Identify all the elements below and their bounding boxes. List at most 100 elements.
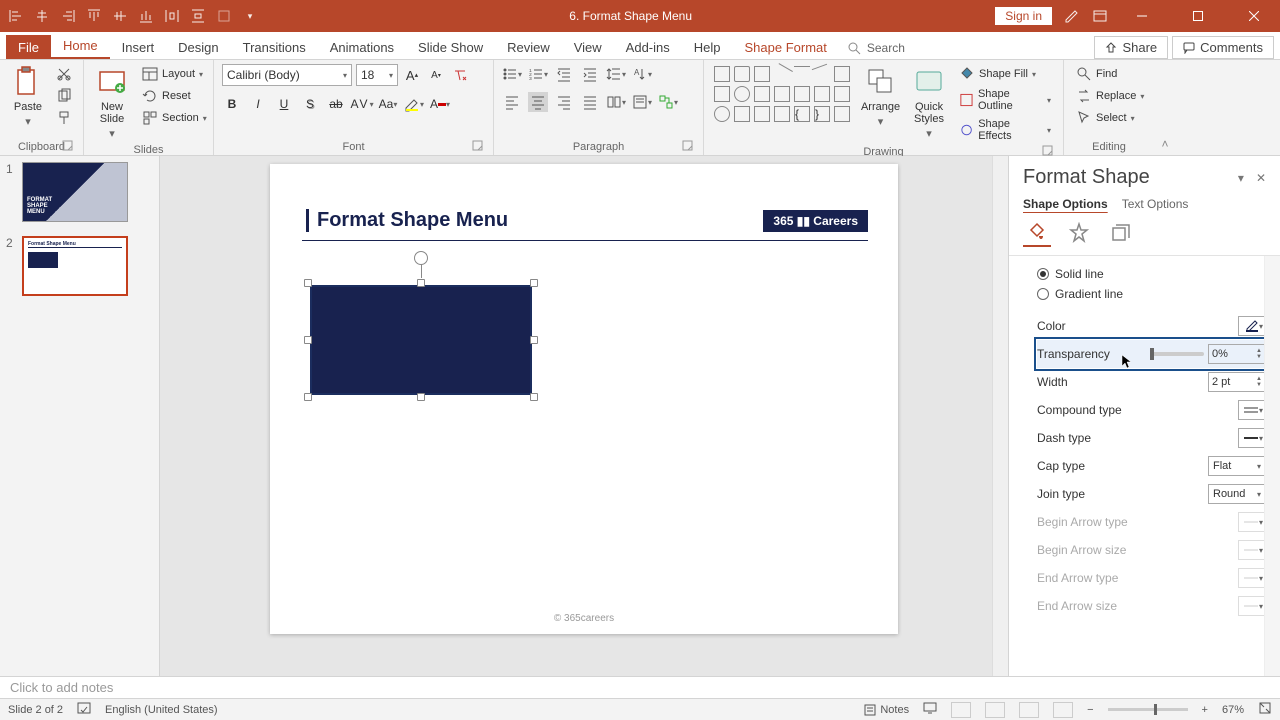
text-direction-icon[interactable]: A▾ [632, 64, 652, 84]
search-box[interactable]: Search [839, 37, 913, 59]
selected-shape[interactable] [304, 279, 538, 401]
effects-icon[interactable] [1065, 219, 1093, 247]
tab-file[interactable]: File [6, 35, 51, 59]
size-props-icon[interactable] [1107, 219, 1135, 247]
qat-customize-icon[interactable]: ▾ [242, 8, 258, 24]
tab-view[interactable]: View [562, 35, 614, 59]
join-type-select[interactable]: Round▾ [1208, 484, 1266, 504]
font-size-select[interactable]: 18▾ [356, 64, 398, 86]
paragraph-dialog-icon[interactable] [681, 139, 695, 153]
tab-shape-format[interactable]: Shape Format [733, 35, 839, 59]
spellcheck-icon[interactable] [77, 701, 91, 718]
resize-handle[interactable] [417, 393, 425, 401]
change-case-icon[interactable]: Aa▾ [378, 94, 398, 114]
qat-align-left-icon[interactable] [8, 8, 24, 24]
pane-close-icon[interactable]: ✕ [1256, 171, 1266, 185]
language-indicator[interactable]: English (United States) [105, 704, 218, 716]
clear-formatting-icon[interactable] [450, 65, 470, 85]
resize-handle[interactable] [530, 393, 538, 401]
compound-type-picker[interactable]: ▾ [1238, 400, 1266, 420]
close-button[interactable] [1232, 1, 1276, 31]
underline-icon[interactable]: U [274, 94, 294, 114]
align-left-icon[interactable] [502, 92, 522, 112]
decrease-font-icon[interactable]: A▾ [426, 65, 446, 85]
zoom-level[interactable]: 67% [1222, 704, 1244, 716]
fill-line-icon[interactable] [1023, 219, 1051, 247]
width-input[interactable]: 2 pt▲▼ [1208, 372, 1266, 392]
clipboard-dialog-icon[interactable] [61, 139, 75, 153]
rotation-handle[interactable] [414, 251, 428, 265]
gradient-line-radio[interactable]: Gradient line [1037, 284, 1266, 304]
qat-distribute-h-icon[interactable] [164, 8, 180, 24]
pane-tab-text-options[interactable]: Text Options [1122, 197, 1189, 211]
zoom-out-icon[interactable]: − [1087, 704, 1093, 716]
solid-line-radio[interactable]: Solid line [1037, 264, 1266, 284]
qat-align-right-icon[interactable] [60, 8, 76, 24]
normal-view-icon[interactable] [951, 702, 971, 718]
resize-handle[interactable] [530, 279, 538, 287]
tab-help[interactable]: Help [682, 35, 733, 59]
section-button[interactable]: Section▾ [138, 108, 211, 128]
format-painter-icon[interactable] [54, 108, 74, 128]
paste-button[interactable]: Paste▾ [8, 64, 48, 130]
zoom-slider[interactable] [1108, 708, 1188, 711]
slideshow-view-icon[interactable] [1053, 702, 1073, 718]
shape-fill-button[interactable]: Shape Fill▾ [955, 64, 1055, 84]
bold-icon[interactable]: B [222, 94, 242, 114]
align-center-icon[interactable] [528, 92, 548, 112]
transparency-slider[interactable] [1150, 352, 1204, 356]
justify-icon[interactable] [580, 92, 600, 112]
columns-icon[interactable]: ▾ [606, 92, 626, 112]
strikethrough-icon[interactable]: ab [326, 94, 346, 114]
pane-tab-shape-options[interactable]: Shape Options [1023, 197, 1108, 211]
copy-icon[interactable] [54, 86, 74, 106]
dash-type-picker[interactable]: ▾ [1238, 428, 1266, 448]
zoom-in-icon[interactable]: + [1202, 704, 1208, 716]
share-button[interactable]: Share [1094, 36, 1168, 59]
resize-handle[interactable] [304, 279, 312, 287]
sign-in-button[interactable]: Sign in [995, 7, 1052, 25]
notes-pane[interactable]: Click to add notes [0, 676, 1280, 698]
char-spacing-icon[interactable]: AV▾ [352, 94, 372, 114]
maximize-button[interactable] [1176, 1, 1220, 31]
indent-left-icon[interactable] [554, 64, 574, 84]
line-color-picker[interactable]: ▾ [1238, 316, 1266, 336]
vertical-scrollbar[interactable] [992, 156, 1008, 676]
qat-more-icon[interactable] [216, 8, 232, 24]
italic-icon[interactable]: I [248, 94, 268, 114]
font-dialog-icon[interactable] [471, 139, 485, 153]
shape-effects-button[interactable]: Shape Effects▾ [955, 116, 1055, 144]
tab-review[interactable]: Review [495, 35, 562, 59]
qat-align-middle-icon[interactable] [112, 8, 128, 24]
tab-home[interactable]: Home [51, 33, 110, 59]
minimize-button[interactable] [1120, 1, 1164, 31]
thumbnail-1[interactable]: FORMAT SHAPE MENU [22, 162, 128, 222]
resize-handle[interactable] [417, 279, 425, 287]
comments-button[interactable]: Comments [1172, 36, 1274, 59]
qat-distribute-v-icon[interactable] [190, 8, 206, 24]
qat-align-center-icon[interactable] [34, 8, 50, 24]
quick-styles-button[interactable]: Quick Styles▾ [909, 64, 949, 142]
highlight-icon[interactable]: ▾ [404, 94, 424, 114]
align-text-icon[interactable]: ▾ [632, 92, 652, 112]
font-color-icon[interactable]: A▾ [430, 94, 450, 114]
display-settings-icon[interactable] [923, 701, 937, 718]
indent-right-icon[interactable] [580, 64, 600, 84]
drawing-dialog-icon[interactable] [1041, 144, 1055, 158]
resize-handle[interactable] [304, 336, 312, 344]
find-button[interactable]: Find [1072, 64, 1148, 84]
sorter-view-icon[interactable] [985, 702, 1005, 718]
thumbnail-2[interactable]: Format Shape Menu [22, 236, 128, 296]
tab-design[interactable]: Design [166, 35, 230, 59]
qat-align-top-icon[interactable] [86, 8, 102, 24]
arrange-button[interactable]: Arrange▾ [858, 64, 903, 130]
font-name-select[interactable]: Calibri (Body)▾ [222, 64, 352, 86]
notes-toggle[interactable]: Notes [864, 704, 909, 716]
line-spacing-icon[interactable]: ▾ [606, 64, 626, 84]
tab-addins[interactable]: Add-ins [614, 35, 682, 59]
resize-handle[interactable] [304, 393, 312, 401]
transparency-input[interactable]: 0%▲▼ [1208, 344, 1266, 364]
new-slide-button[interactable]: New Slide▾ [92, 64, 132, 142]
tab-animations[interactable]: Animations [318, 35, 406, 59]
qat-align-bottom-icon[interactable] [138, 8, 154, 24]
